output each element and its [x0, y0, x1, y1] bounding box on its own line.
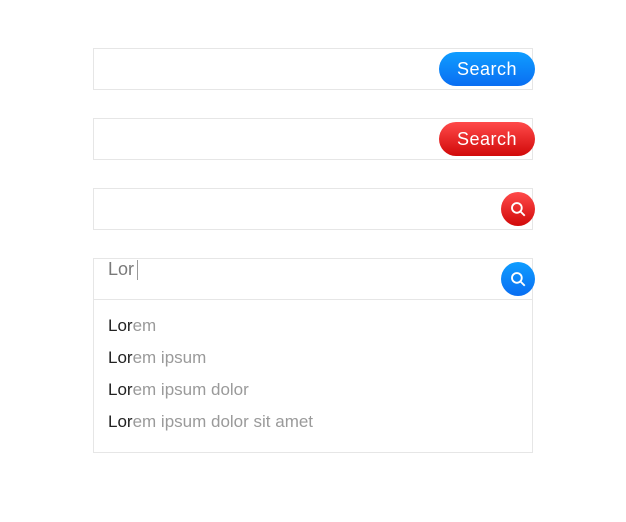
autocomplete-item[interactable]: Lorem ipsum dolor sit amet [94, 406, 532, 438]
search-bar-2: Search [93, 118, 533, 160]
autocomplete-dropdown: Lorem Lorem ipsum Lorem ipsum dolor Lore… [93, 300, 533, 453]
search-bar-1: Search [93, 48, 533, 90]
search-bar-3 [93, 188, 533, 230]
text-cursor [137, 260, 138, 280]
search-icon [509, 270, 527, 288]
search-bar-4: Lor [93, 258, 533, 300]
search-input-4[interactable]: Lor [94, 259, 532, 299]
autocomplete-item[interactable]: Lorem ipsum [94, 342, 532, 374]
search-icon [509, 200, 527, 218]
search-icon-button-blue[interactable] [501, 262, 535, 296]
autocomplete-item[interactable]: Lorem [94, 310, 532, 342]
search-bar-4-container: Lor Lorem Lorem ipsum Lorem ipsum do [93, 258, 533, 453]
search-button-blue[interactable]: Search [439, 52, 535, 86]
search-icon-button-red[interactable] [501, 192, 535, 226]
search-input-3[interactable] [94, 189, 532, 229]
typed-text: Lor [108, 259, 134, 279]
search-button-red[interactable]: Search [439, 122, 535, 156]
autocomplete-item[interactable]: Lorem ipsum dolor [94, 374, 532, 406]
